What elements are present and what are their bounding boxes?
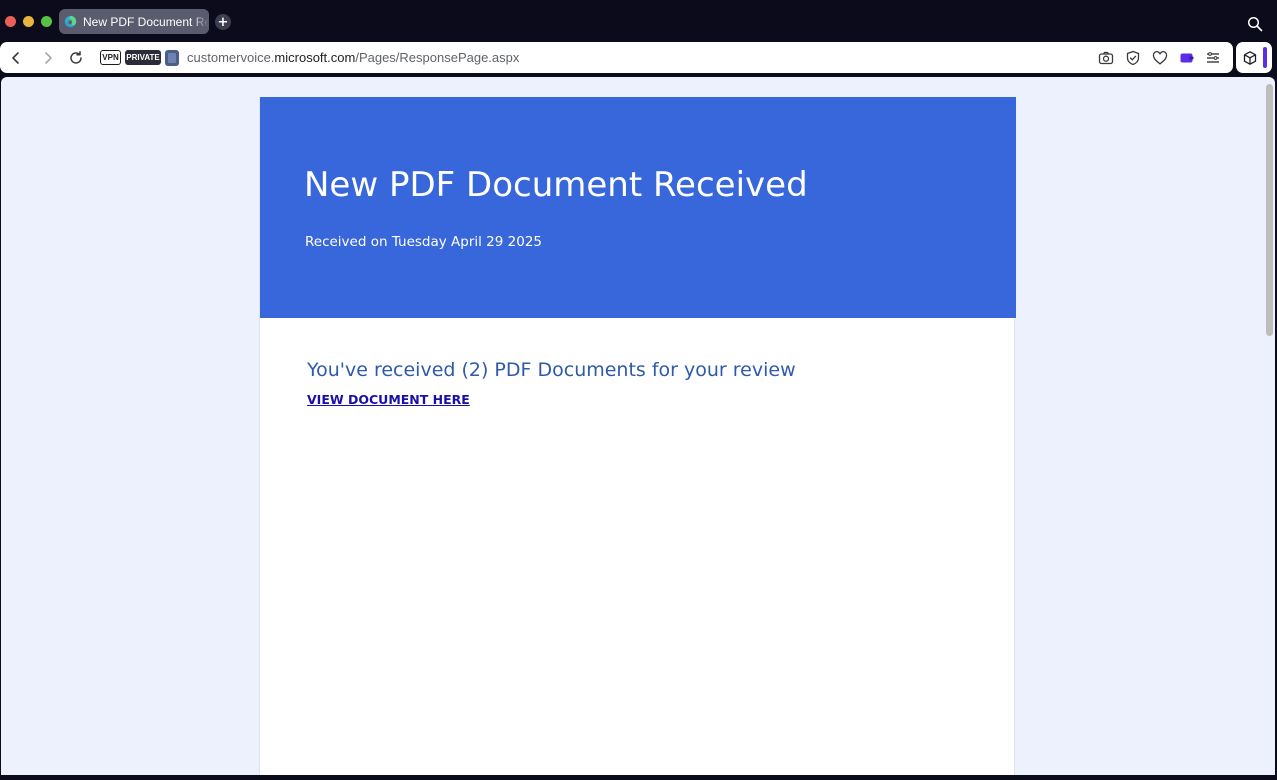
vertical-scrollbar[interactable] bbox=[1266, 84, 1273, 336]
back-icon[interactable] bbox=[8, 50, 24, 66]
url-prefix: customervoice. bbox=[187, 50, 275, 65]
close-window-button[interactable] bbox=[5, 16, 16, 27]
hero-banner: New PDF Document Received Received on Tu… bbox=[260, 97, 1016, 318]
browser-toolbar: VPN PRIVATE customervoice.microsoft.com/… bbox=[0, 42, 1233, 73]
minimize-window-button[interactable] bbox=[23, 16, 34, 27]
site-info-icon[interactable] bbox=[165, 50, 179, 66]
forward-icon[interactable] bbox=[40, 50, 56, 66]
edge-swirl-icon bbox=[64, 15, 77, 28]
vpn-badge[interactable]: VPN bbox=[100, 50, 121, 65]
title-bar: New PDF Document Received + bbox=[0, 0, 1277, 42]
page-title: New PDF Document Received bbox=[304, 165, 808, 205]
documents-heading: You've received (2) PDF Documents for yo… bbox=[307, 359, 796, 381]
sidebar-accent-bar[interactable] bbox=[1263, 47, 1267, 68]
received-date: Received on Tuesday April 29 2025 bbox=[305, 234, 543, 250]
reload-icon[interactable] bbox=[68, 50, 84, 66]
menu-icon[interactable] bbox=[1205, 50, 1221, 66]
url-host: microsoft.com bbox=[274, 50, 356, 65]
browser-tab-active[interactable]: New PDF Document Received bbox=[59, 9, 209, 34]
address-bar[interactable]: customervoice.microsoft.com/Pages/Respon… bbox=[187, 49, 519, 66]
view-document-link[interactable]: VIEW DOCUMENT HERE bbox=[307, 392, 470, 407]
sidebar-toggle-panel bbox=[1236, 42, 1272, 73]
camera-icon[interactable] bbox=[1098, 50, 1114, 66]
url-path: /Pages/ResponsePage.aspx bbox=[355, 50, 520, 65]
plus-icon: + bbox=[217, 14, 229, 30]
web-content: New PDF Document Received Received on Tu… bbox=[1, 77, 1275, 775]
shield-check-icon[interactable] bbox=[1125, 50, 1141, 66]
email-card: New PDF Document Received Received on Tu… bbox=[259, 97, 1016, 775]
wallet-icon[interactable] bbox=[1179, 50, 1195, 66]
search-icon[interactable] bbox=[1247, 16, 1263, 32]
maximize-window-button[interactable] bbox=[41, 16, 52, 27]
cube-icon[interactable] bbox=[1242, 50, 1258, 66]
private-badge: PRIVATE bbox=[125, 50, 161, 65]
heart-icon[interactable] bbox=[1152, 50, 1168, 66]
new-tab-button[interactable]: + bbox=[215, 14, 231, 30]
